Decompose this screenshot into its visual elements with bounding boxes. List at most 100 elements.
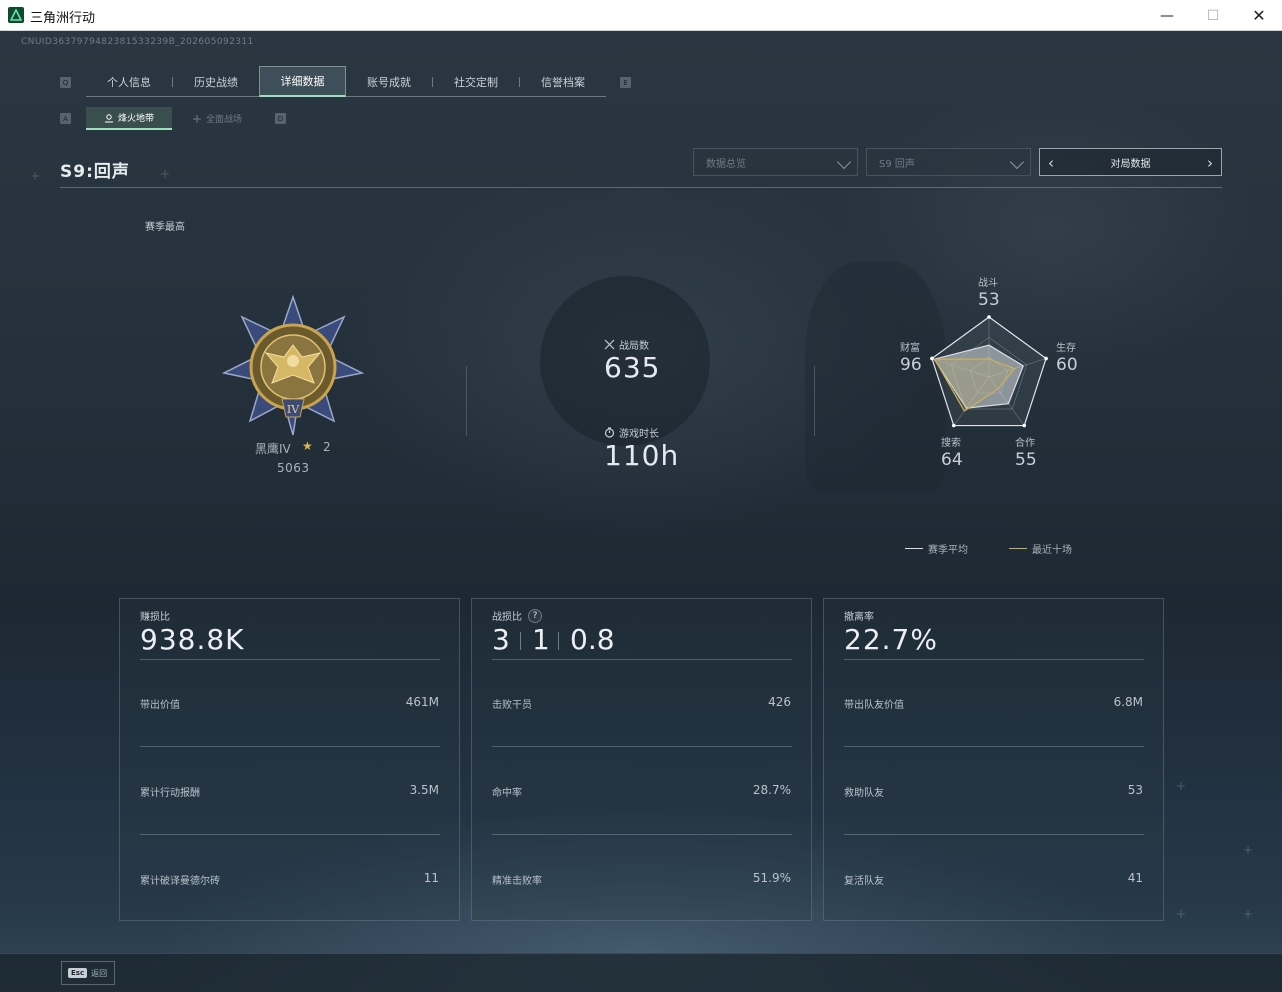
tab-left-key-hint: Q xyxy=(60,77,71,88)
radar-value-combat: 53 xyxy=(978,290,1000,310)
maximize-button[interactable]: ☐ xyxy=(1190,0,1236,31)
next-arrow-icon[interactable]: › xyxy=(1207,154,1213,172)
kills-value: 3 xyxy=(492,623,510,656)
decor-plus-icon: + xyxy=(30,169,41,183)
radar-value-survival: 60 xyxy=(1056,355,1078,375)
hazard-zone-icon xyxy=(104,113,113,122)
uid-text: CNUID3637979482381533239B_202605092311 xyxy=(21,37,254,47)
subtab-hazard-zone[interactable]: 烽火地带 xyxy=(86,107,172,130)
svg-text:IV: IV xyxy=(287,403,300,416)
rank-badge-icon: IV xyxy=(222,295,364,436)
card-divider xyxy=(844,834,1144,835)
decor-plus-icon: + xyxy=(1176,779,1187,793)
radar-value-cooperation: 55 xyxy=(1015,450,1037,470)
matches-label: 战局数 xyxy=(604,337,649,352)
row-label: 复活队友 xyxy=(844,876,884,887)
chevron-down-icon xyxy=(1009,154,1025,170)
help-icon[interactable]: ? xyxy=(528,608,542,623)
subtab-full-battlefield-label: 全面战场 xyxy=(205,115,242,125)
back-button[interactable]: Esc 返回 xyxy=(61,961,115,985)
playtime-label-text: 游戏时长 xyxy=(619,429,659,440)
card-divider xyxy=(140,746,440,747)
matches-value: 635 xyxy=(604,351,661,384)
kd-ratio-value: 0.8 xyxy=(570,623,615,656)
tab-social[interactable]: 社交定制 xyxy=(433,66,519,97)
section-divider xyxy=(466,366,467,436)
row-label: 累计行动报酬 xyxy=(140,788,200,799)
subtab-hazard-zone-label: 烽火地带 xyxy=(117,114,154,124)
tab-detailed-data[interactable]: 详细数据 xyxy=(259,66,346,97)
bottom-bar xyxy=(0,953,1282,992)
rank-name: 黑鹰IV xyxy=(255,442,291,456)
tab-history[interactable]: 历史战绩 xyxy=(173,66,259,97)
extraction-rate-value: 22.7% xyxy=(844,623,938,656)
data-overview-dropdown[interactable]: 数据总览 xyxy=(693,148,858,176)
rank-star-icon: ★ xyxy=(302,439,313,453)
kd-separator xyxy=(558,632,559,650)
legend-season-average: 赛季平均 xyxy=(905,541,968,556)
window-titlebar: 三角洲行动 — ☐ ✕ xyxy=(0,0,1282,31)
game-viewport: + + + + + + CNUID3637979482381533239B_20… xyxy=(0,31,1282,992)
row-value: 51.9% xyxy=(752,871,791,885)
legend-season-label: 赛季平均 xyxy=(928,545,968,556)
esc-key-hint: Esc xyxy=(68,968,88,978)
close-button[interactable]: ✕ xyxy=(1236,0,1282,31)
row-label: 命中率 xyxy=(492,788,522,799)
card-title: 撤离率 xyxy=(844,612,874,623)
radar-label-survival: 生存 xyxy=(1056,343,1076,354)
row-label: 救助队友 xyxy=(844,788,884,799)
season-best-label: 赛季最高 xyxy=(145,222,185,233)
row-value: 53 xyxy=(1127,783,1143,797)
main-tabbar: 个人信息 历史战绩 详细数据 账号成就 社交定制 信誉档案 xyxy=(86,66,606,97)
season-dropdown-value: S9 回声 xyxy=(879,158,915,170)
stopwatch-icon xyxy=(604,427,615,438)
section-divider xyxy=(814,366,815,436)
row-label: 精准击败率 xyxy=(492,876,542,887)
row-label: 击败干员 xyxy=(492,700,532,711)
legend-recent-label: 最近十场 xyxy=(1032,545,1072,556)
row-label: 带出价值 xyxy=(140,700,180,711)
card-divider xyxy=(492,746,792,747)
radar-label-wealth: 财富 xyxy=(900,343,920,354)
header-divider xyxy=(60,187,1222,188)
season-title: S9:回声 xyxy=(60,162,130,182)
radar-vertex-dot xyxy=(987,315,991,319)
rank-star-count: 2 xyxy=(323,440,331,454)
tab-credit-record[interactable]: 信誉档案 xyxy=(520,66,606,97)
radar-vertex-dot xyxy=(930,356,934,361)
card-title-text: 战损比 xyxy=(492,612,522,623)
tab-achievements[interactable]: 账号成就 xyxy=(346,66,432,97)
card-divider xyxy=(492,659,792,660)
card-divider xyxy=(844,746,1144,747)
pager-label: 对局数据 xyxy=(1110,158,1151,170)
radar-label-combat: 战斗 xyxy=(978,278,998,289)
kd-separator xyxy=(520,632,521,650)
decor-plus-icon: + xyxy=(1243,843,1254,857)
radar-vertex-dot xyxy=(1022,423,1027,428)
row-value: 28.7% xyxy=(752,783,791,797)
card-divider xyxy=(140,834,440,835)
minimize-button[interactable]: — xyxy=(1144,0,1190,31)
subtab-full-battlefield[interactable]: 全面战场 xyxy=(174,107,260,130)
profit-ratio-card: 赚损比 938.8K 带出价值 461M 累计行动报酬 3.5M 累计破译曼德尔… xyxy=(119,598,460,921)
row-label: 带出队友价值 xyxy=(844,700,904,711)
radar-label-cooperation: 合作 xyxy=(1015,438,1035,449)
row-value: 6.8M xyxy=(1113,695,1143,709)
playtime-label: 游戏时长 xyxy=(604,425,659,440)
card-divider xyxy=(492,834,792,835)
prev-arrow-icon[interactable]: ‹ xyxy=(1048,154,1054,172)
extraction-rate-card: 撤离率 22.7% 带出队友价值 6.8M 救助队友 53 复活队友 41 xyxy=(823,598,1164,921)
row-value: 426 xyxy=(768,695,791,709)
season-dropdown[interactable]: S9 回声 xyxy=(866,148,1031,176)
radar-vertex-dot xyxy=(951,423,956,428)
chevron-down-icon xyxy=(836,154,852,170)
legend-swatch-recent xyxy=(1009,548,1027,549)
decor-plus-icon: + xyxy=(1243,907,1254,921)
tab-personal-info[interactable]: 个人信息 xyxy=(86,66,172,97)
kd-ratio-card: 战损比 ? 3 1 0.8 击败干员 426 命中率 28.7% 精准击败率 5… xyxy=(471,598,812,921)
card-title: 战损比 ? xyxy=(492,608,542,623)
decor-plus-icon: + xyxy=(160,167,171,181)
profit-ratio-value: 938.8K xyxy=(140,623,245,656)
radar-value-search: 64 xyxy=(941,450,963,470)
subtab-right-key-hint: D xyxy=(275,113,286,124)
